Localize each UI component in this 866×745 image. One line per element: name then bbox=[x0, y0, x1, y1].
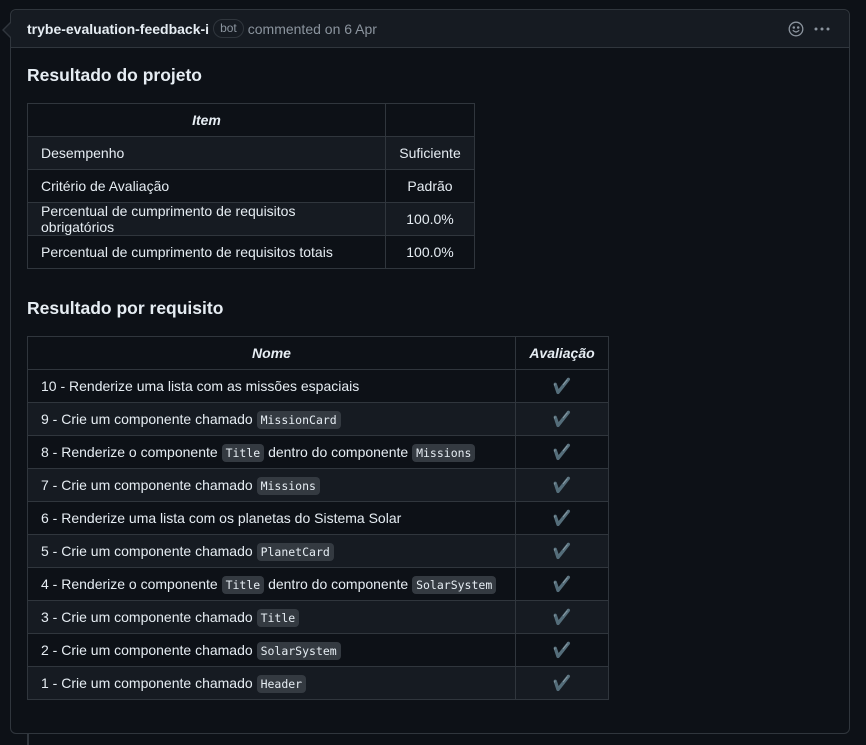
table-row: 4 - Renderize o componente Title dentro … bbox=[27, 567, 609, 601]
table-row: Percentual de cumprimento de requisitos … bbox=[27, 202, 475, 236]
table-row: 10 - Renderize uma lista com as missões … bbox=[27, 369, 609, 403]
requirement-text: 3 - Crie um componente chamado bbox=[41, 609, 257, 625]
requirement-name-cell: 7 - Crie um componente chamado Missions bbox=[27, 468, 516, 502]
kebab-horizontal-icon[interactable] bbox=[813, 20, 831, 38]
check-mark-icon: ✔️ bbox=[552, 378, 572, 395]
header-actions bbox=[787, 10, 831, 48]
author-link[interactable]: trybe-evaluation-feedback-i bbox=[27, 21, 209, 37]
table-row: 2 - Crie um componente chamado SolarSyst… bbox=[27, 633, 609, 667]
item-cell: Critério de Avaliação bbox=[27, 169, 386, 203]
requirement-name-cell: 1 - Crie um componente chamado Header bbox=[27, 666, 516, 700]
evaluation-cell: ✔️ bbox=[515, 666, 609, 700]
comment-box: trybe-evaluation-feedback-i bot commente… bbox=[2, 9, 850, 734]
smiley-icon[interactable] bbox=[787, 20, 805, 38]
table-row: 6 - Renderize uma lista com os planetas … bbox=[27, 501, 609, 535]
column-header-value bbox=[385, 103, 475, 137]
check-mark-icon: ✔️ bbox=[552, 576, 572, 593]
inline-code: Title bbox=[221, 444, 265, 462]
requirements-heading: Resultado por requisito bbox=[27, 298, 224, 318]
requirements-table: Nome Avaliação 10 - Renderize uma lista … bbox=[27, 336, 609, 700]
requirement-text: dentro do componente bbox=[264, 444, 413, 460]
column-header-item: Item bbox=[27, 103, 386, 137]
requirement-text: 8 - Renderize o componente bbox=[41, 444, 222, 460]
check-mark-icon: ✔️ bbox=[552, 444, 572, 461]
comment-timestamp[interactable]: commented on 6 Apr bbox=[248, 21, 377, 37]
inline-code: Missions bbox=[412, 444, 476, 462]
evaluation-cell: ✔️ bbox=[515, 567, 609, 601]
check-mark-icon: ✔️ bbox=[552, 642, 572, 659]
table-row: Desempenho Suficiente bbox=[27, 136, 475, 170]
bot-badge: bot bbox=[213, 19, 244, 38]
requirement-text: 6 - Renderize uma lista com os planetas … bbox=[41, 510, 402, 526]
check-mark-icon: ✔️ bbox=[552, 411, 572, 428]
requirement-name-cell: 10 - Renderize uma lista com as missões … bbox=[27, 369, 516, 403]
table-row: 9 - Crie um componente chamado MissionCa… bbox=[27, 402, 609, 436]
comment-header: trybe-evaluation-feedback-i bot commente… bbox=[11, 10, 849, 48]
inline-code: Title bbox=[221, 576, 265, 594]
table-row: Percentual de cumprimento de requisitos … bbox=[27, 235, 475, 269]
requirement-text: 7 - Crie um componente chamado bbox=[41, 477, 257, 493]
requirement-text: 9 - Crie um componente chamado bbox=[41, 411, 257, 427]
item-cell: Desempenho bbox=[27, 136, 386, 170]
requirement-name-cell: 2 - Crie um componente chamado SolarSyst… bbox=[27, 633, 516, 667]
requirement-name-cell: 4 - Renderize o componente Title dentro … bbox=[27, 567, 516, 601]
check-mark-icon: ✔️ bbox=[552, 477, 572, 494]
table-row: 3 - Crie um componente chamado Title ✔️ bbox=[27, 600, 609, 634]
project-heading: Resultado do projeto bbox=[27, 65, 202, 85]
column-header-avaliacao: Avaliação bbox=[515, 336, 609, 370]
inline-code: PlanetCard bbox=[256, 543, 334, 561]
value-cell: Suficiente bbox=[385, 136, 475, 170]
value-cell: 100.0% bbox=[385, 235, 475, 269]
column-header-nome: Nome bbox=[27, 336, 516, 370]
evaluation-cell: ✔️ bbox=[515, 600, 609, 634]
inline-code: SolarSystem bbox=[256, 642, 341, 660]
requirement-text: 4 - Renderize o componente bbox=[41, 576, 222, 592]
item-cell: Percentual de cumprimento de requisitos … bbox=[27, 202, 386, 236]
evaluation-cell: ✔️ bbox=[515, 633, 609, 667]
evaluation-cell: ✔️ bbox=[515, 369, 609, 403]
requirement-text: dentro do componente bbox=[264, 576, 413, 592]
requirement-name-cell: 3 - Crie um componente chamado Title bbox=[27, 600, 516, 634]
value-cell: 100.0% bbox=[385, 202, 475, 236]
inline-code: Missions bbox=[256, 477, 320, 495]
inline-code: Header bbox=[256, 675, 307, 693]
timeline-line bbox=[27, 733, 29, 745]
check-mark-icon: ✔️ bbox=[552, 543, 572, 560]
item-cell: Percentual de cumprimento de requisitos … bbox=[27, 235, 386, 269]
project-table: Item Desempenho Suficiente Critério de Ava… bbox=[27, 103, 475, 269]
requirement-name-cell: 9 - Crie um componente chamado MissionCa… bbox=[27, 402, 516, 436]
table-row: 7 - Crie um componente chamado Missions ✔… bbox=[27, 468, 609, 502]
inline-code: SolarSystem bbox=[412, 576, 497, 594]
table-row: 5 - Crie um componente chamado PlanetCar… bbox=[27, 534, 609, 568]
table-row: Critério de Avaliação Padrão bbox=[27, 169, 475, 203]
check-mark-icon: ✔️ bbox=[552, 675, 572, 692]
requirement-name-cell: 8 - Renderize o componente Title dentro … bbox=[27, 435, 516, 469]
check-mark-icon: ✔️ bbox=[552, 510, 572, 527]
evaluation-cell: ✔️ bbox=[515, 435, 609, 469]
inline-code: MissionCard bbox=[256, 411, 341, 429]
requirement-name-cell: 6 - Renderize uma lista com os planetas … bbox=[27, 501, 516, 535]
inline-code: Title bbox=[256, 609, 300, 627]
requirement-text: 2 - Crie um componente chamado bbox=[41, 642, 257, 658]
requirement-text: 10 - Renderize uma lista com as missões … bbox=[41, 378, 360, 394]
requirement-text: 1 - Crie um componente chamado bbox=[41, 675, 257, 691]
requirement-name-cell: 5 - Crie um componente chamado PlanetCar… bbox=[27, 534, 516, 568]
table-row: 1 - Crie um componente chamado Header ✔️ bbox=[27, 666, 609, 700]
evaluation-cell: ✔️ bbox=[515, 501, 609, 535]
requirement-text: 5 - Crie um componente chamado bbox=[41, 543, 257, 559]
evaluation-cell: ✔️ bbox=[515, 468, 609, 502]
table-row: 8 - Renderize o componente Title dentro … bbox=[27, 435, 609, 469]
evaluation-cell: ✔️ bbox=[515, 534, 609, 568]
evaluation-cell: ✔️ bbox=[515, 402, 609, 436]
value-cell: Padrão bbox=[385, 169, 475, 203]
check-mark-icon: ✔️ bbox=[552, 609, 572, 626]
